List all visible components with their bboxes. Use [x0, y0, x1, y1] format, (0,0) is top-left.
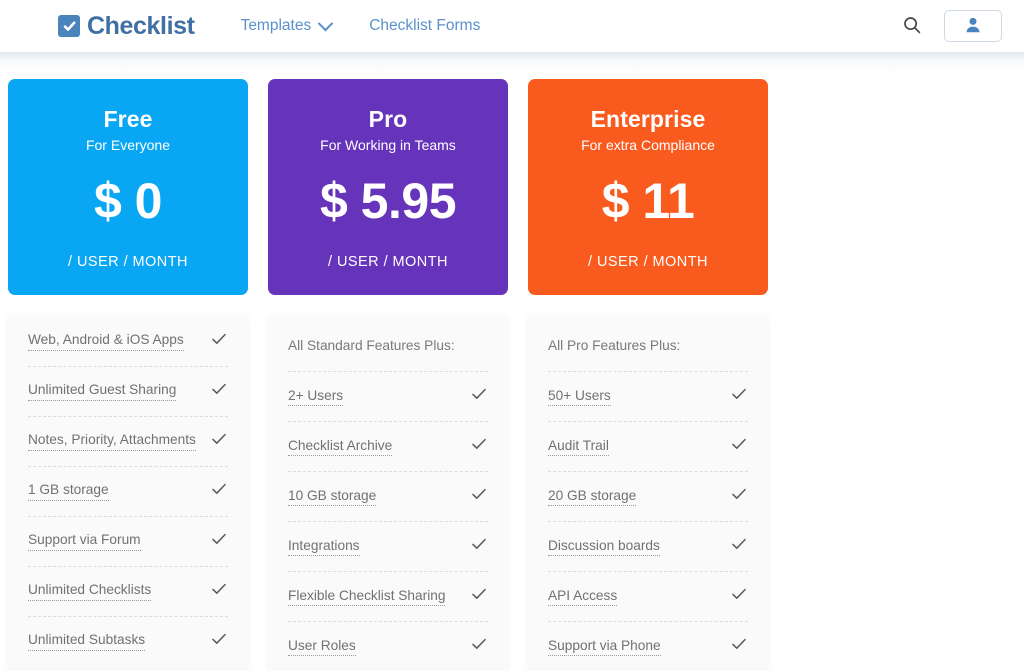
feature-row[interactable]: 20 GB storage — [548, 471, 748, 521]
checkmark-icon — [470, 535, 488, 558]
feature-label: Unlimited Guest Sharing — [28, 382, 177, 401]
plan-card-pro: Pro For Working in Teams $ 5.95 / USER /… — [268, 52, 508, 671]
feature-label: Audit Trail — [548, 438, 609, 457]
plan-price: $ 0 — [93, 173, 163, 230]
plan-header-pro: Pro For Working in Teams $ 5.95 / USER /… — [268, 79, 508, 295]
feature-label: Flexible Checklist Sharing — [288, 588, 446, 607]
feature-row[interactable]: Checklist Archive — [288, 421, 488, 471]
plan-price: $ 11 — [601, 173, 695, 230]
plan-tagline: For extra Compliance — [581, 137, 715, 154]
nav-item-checklist-forms[interactable]: Checklist Forms — [369, 17, 480, 35]
feature-row[interactable]: Flexible Checklist Sharing — [288, 571, 488, 621]
feature-list-note: All Pro Features Plus: — [548, 338, 681, 353]
feature-label: Notes, Priority, Attachments — [28, 432, 196, 451]
brand-name: Checklist — [87, 11, 195, 40]
feature-label: 20 GB storage — [548, 488, 637, 507]
main-nav: Templates Checklist Forms — [240, 15, 480, 35]
feature-row[interactable]: Audit Trail — [548, 421, 748, 471]
feature-label: Web, Android & iOS Apps — [28, 332, 184, 351]
feature-list-enterprise: All Pro Features Plus: 50+ Users Audit T… — [528, 317, 768, 671]
feature-row[interactable]: Support via Forum — [28, 516, 228, 566]
feature-label: Discussion boards — [548, 538, 660, 557]
plan-card-free: Free For Everyone $ 0 / USER / MONTH Web… — [8, 52, 248, 671]
feature-label: API Access — [548, 588, 618, 607]
feature-label: Integrations — [288, 538, 360, 557]
feature-row[interactable]: User Roles — [288, 621, 488, 671]
feature-label: User Roles — [288, 638, 356, 657]
nav-item-checklist-forms-label: Checklist Forms — [369, 17, 481, 34]
checkmark-icon — [210, 480, 228, 503]
checkmark-icon — [730, 435, 748, 458]
nav-item-templates-label: Templates — [240, 17, 312, 34]
checkmark-icon — [730, 535, 748, 558]
pricing-plans: Free For Everyone $ 0 / USER / MONTH Web… — [0, 52, 1024, 671]
feature-row[interactable]: Integrations — [288, 521, 488, 571]
feature-label: Unlimited Checklists — [28, 582, 152, 601]
feature-row[interactable]: API Access — [548, 571, 748, 621]
site-header: Checklist Templates Checklist Forms — [0, 0, 1024, 52]
feature-label: Support via Forum — [28, 532, 141, 551]
checkmark-icon — [470, 585, 488, 608]
checkmark-icon — [470, 435, 488, 458]
checkmark-icon — [470, 385, 488, 408]
plan-card-enterprise: Enterprise For extra Compliance $ 11 / U… — [528, 52, 768, 671]
plan-header-free: Free For Everyone $ 0 / USER / MONTH — [8, 79, 248, 295]
plan-name: Free — [103, 106, 153, 132]
plan-price: $ 5.95 — [319, 173, 457, 230]
plan-period: / USER / MONTH — [68, 254, 188, 270]
feature-list-free: Web, Android & iOS Apps Unlimited Guest … — [8, 317, 248, 671]
plan-period: / USER / MONTH — [588, 254, 708, 270]
chevron-down-icon — [317, 15, 334, 31]
brand-logo-link[interactable]: Checklist — [58, 11, 195, 40]
plan-tagline: For Everyone — [85, 137, 171, 154]
checkmark-icon — [210, 580, 228, 603]
checkmark-icon — [730, 485, 748, 508]
feature-row[interactable]: 50+ Users — [548, 371, 748, 421]
plan-name: Enterprise — [590, 106, 706, 132]
checkmark-icon — [210, 330, 228, 353]
checkmark-icon — [730, 385, 748, 408]
feature-row[interactable]: Unlimited Subtasks — [28, 616, 228, 666]
checkmark-icon — [470, 635, 488, 658]
feature-label: Support via Phone — [548, 638, 661, 657]
feature-label: 2+ Users — [288, 388, 344, 407]
feature-row[interactable]: 2+ Users — [288, 371, 488, 421]
checkmark-icon — [210, 430, 228, 453]
feature-row[interactable]: Unlimited Guest Sharing — [28, 366, 228, 416]
nav-item-templates[interactable]: Templates — [240, 15, 334, 35]
account-button[interactable] — [944, 10, 1002, 42]
plan-name: Pro — [368, 106, 408, 132]
feature-list-pro: All Standard Features Plus: 2+ Users Che… — [268, 317, 508, 671]
feature-row[interactable]: Discussion boards — [548, 521, 748, 571]
feature-label: Unlimited Subtasks — [28, 632, 146, 651]
feature-row[interactable]: Notes, Priority, Attachments — [28, 416, 228, 466]
checkmark-icon — [210, 380, 228, 403]
checkmark-icon — [210, 630, 228, 653]
feature-label: 50+ Users — [548, 388, 611, 407]
feature-row[interactable]: 10 GB storage — [288, 471, 488, 521]
feature-label: 10 GB storage — [288, 488, 377, 507]
checkbox-check-icon — [58, 15, 80, 37]
plan-header-enterprise: Enterprise For extra Compliance $ 11 / U… — [528, 79, 768, 295]
checkmark-icon — [730, 635, 748, 658]
user-person-icon — [964, 16, 982, 37]
search-icon — [902, 15, 922, 38]
plan-tagline: For Working in Teams — [320, 137, 456, 154]
feature-row[interactable]: Unlimited Checklists — [28, 566, 228, 616]
checkmark-icon — [730, 585, 748, 608]
plan-period: / USER / MONTH — [328, 254, 448, 270]
feature-label: Checklist Archive — [288, 438, 393, 457]
checkmark-icon — [210, 530, 228, 553]
search-button[interactable] — [902, 15, 922, 38]
feature-label: 1 GB storage — [28, 482, 109, 501]
checkmark-icon — [470, 485, 488, 508]
feature-list-note: All Standard Features Plus: — [288, 338, 455, 353]
header-actions — [902, 10, 1002, 42]
feature-row[interactable]: Support via Phone — [548, 621, 748, 671]
feature-row[interactable]: 1 GB storage — [28, 466, 228, 516]
feature-row[interactable]: Web, Android & iOS Apps — [28, 317, 228, 366]
